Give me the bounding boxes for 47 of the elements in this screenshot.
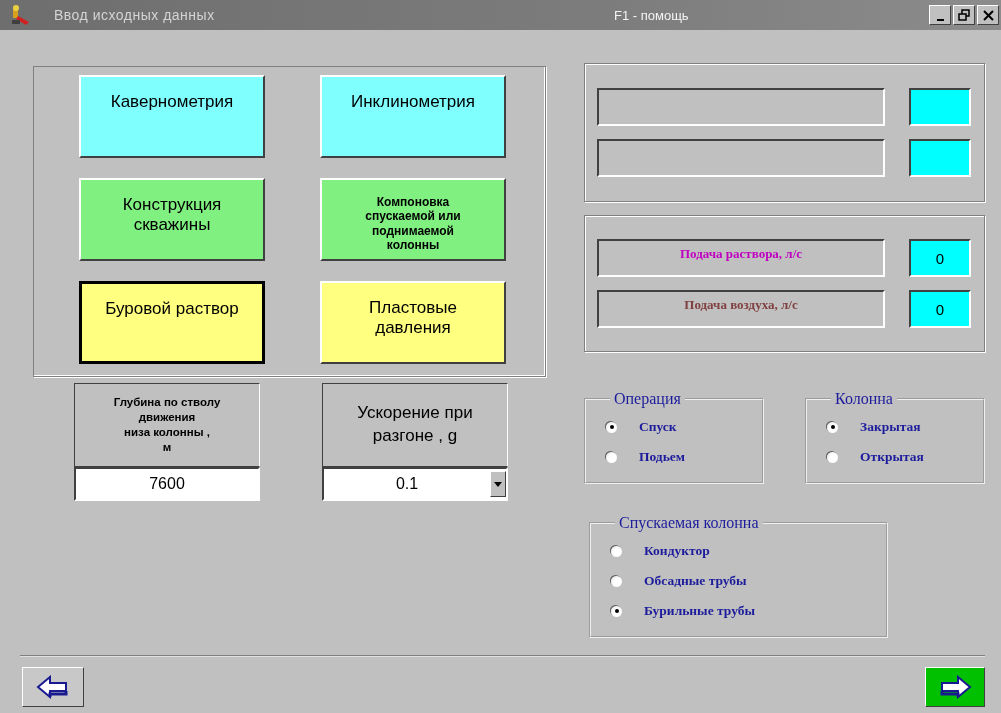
radio-button[interactable] — [611, 605, 622, 617]
forward-button[interactable] — [925, 667, 985, 707]
parameter-label: Ускорение при разгоне , g — [357, 402, 473, 447]
section-button[interactable]: Конструкция скважины — [79, 178, 265, 261]
app-icon — [10, 4, 32, 26]
radio-button[interactable] — [611, 575, 622, 587]
help-hint: F1 - помощь — [614, 7, 689, 23]
radio-label: Закрытая — [860, 419, 921, 435]
blank-value-box — [909, 139, 971, 177]
restore-button[interactable] — [953, 5, 975, 25]
back-button[interactable] — [22, 667, 84, 707]
radio-button[interactable] — [827, 451, 838, 463]
restore-icon — [958, 9, 970, 21]
caret-icon — [494, 481, 502, 487]
radio-button[interactable] — [606, 421, 617, 433]
readout-label: Подача воздуха, л/с — [684, 297, 798, 314]
right-arrow-icon — [938, 675, 972, 699]
radio-button[interactable] — [611, 545, 622, 557]
radio-label: Подьем — [639, 449, 686, 465]
left-arrow-icon — [36, 675, 70, 699]
blank-value-box — [909, 88, 971, 126]
section-button[interactable]: Инклинометрия — [320, 75, 506, 158]
radio-label: Бурильные трубы — [644, 603, 755, 619]
minimize-icon — [936, 19, 944, 21]
value-field[interactable]: 0 — [909, 239, 971, 277]
group-title: Спускаемая колонна — [618, 514, 760, 532]
group-title: Колонна — [834, 390, 894, 408]
radio-button[interactable] — [606, 451, 617, 463]
radio-button[interactable] — [827, 421, 838, 433]
section-button[interactable]: Компоновка спускаемой или поднимаемой колонны — [320, 178, 506, 261]
section-button[interactable]: Пластовые давления — [320, 281, 506, 364]
group-title: Операция — [613, 390, 682, 408]
minimize-button[interactable] — [929, 5, 951, 25]
section-button[interactable]: Кавернометрия — [79, 75, 265, 158]
parameter-label: Глубина по стволу движения низа колонны , м — [113, 395, 221, 455]
input-field[interactable]: 7600 — [74, 467, 260, 501]
value-field[interactable]: 0 — [909, 290, 971, 328]
radio-label: Открытая — [860, 449, 924, 465]
readout-label: Подача раствора, л/с — [679, 246, 803, 263]
close-icon — [982, 9, 994, 21]
dropdown-field[interactable]: 0.1 — [322, 467, 508, 501]
close-button[interactable] — [977, 5, 999, 25]
section-button[interactable]: Буровой раствор — [79, 281, 265, 364]
radio-label: Обсадные трубы — [644, 573, 747, 589]
window-title: Ввод исходных данных — [54, 7, 216, 23]
radio-label: Спуск — [639, 419, 677, 435]
radio-label: Кондуктор — [644, 543, 710, 559]
